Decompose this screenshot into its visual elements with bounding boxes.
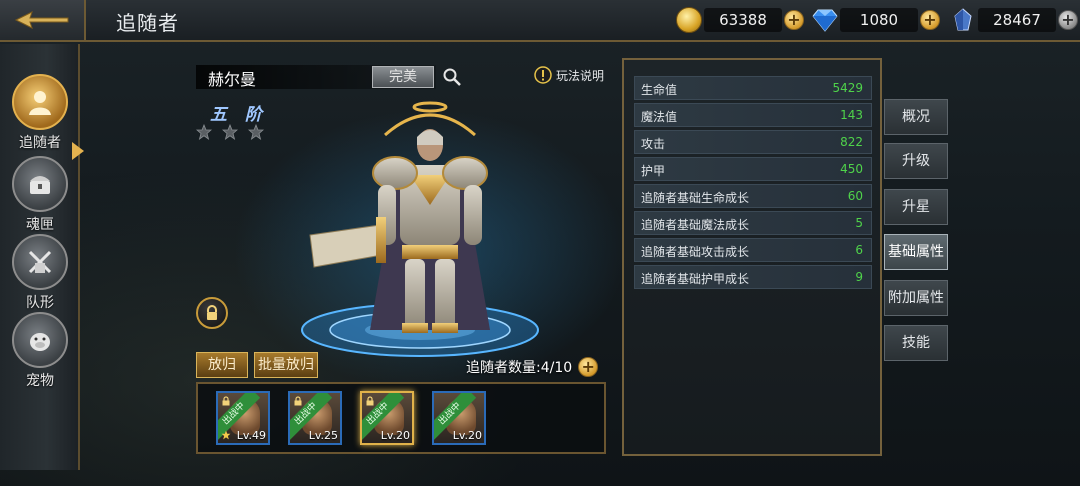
star-rating	[196, 124, 264, 140]
attr-row: 追随者基础生命成长 60	[634, 184, 872, 208]
back-arrow-icon	[14, 11, 69, 29]
attr-value: 5429	[832, 81, 863, 95]
attribute-panel: 生命值 5429 魔法值 143 攻击 822 护甲 450 追随者基础生命成长…	[622, 58, 882, 456]
nav-label-formation: 队形	[26, 295, 54, 311]
follower-slot[interactable]: 出战中 Lv.25	[288, 391, 342, 445]
lock-button[interactable]	[196, 297, 228, 329]
add-follower-slot-button[interactable]: +	[578, 357, 599, 377]
back-button[interactable]	[0, 0, 86, 40]
follower-slot[interactable]: 出战中 Lv.49	[216, 391, 270, 445]
attr-value: 9	[855, 270, 863, 284]
hero-figure	[309, 101, 490, 333]
top-bar: 追随者 63388 + 1080 + 28467 +	[0, 0, 1080, 42]
tab-skills[interactable]: 技能	[884, 325, 948, 361]
attr-label: 生命值	[641, 83, 678, 97]
tab-extra-attributes[interactable]: 附加属性	[884, 280, 948, 316]
soul-box-icon	[30, 176, 50, 194]
attr-row: 护甲 450	[634, 157, 872, 181]
add-diamond-button[interactable]: +	[920, 10, 940, 30]
warning-icon	[534, 66, 552, 84]
padlock-icon	[207, 305, 217, 320]
crystal-icon	[954, 8, 972, 31]
tab-base-attributes[interactable]: 基础属性	[884, 234, 948, 270]
inspect-button[interactable]	[442, 67, 462, 87]
attr-value: 822	[840, 135, 863, 149]
follower-slot[interactable]: 出战中 Lv.20	[432, 391, 486, 445]
follower-level: Lv.25	[308, 429, 338, 442]
attr-row: 追随者基础攻击成长 6	[634, 238, 872, 262]
nav-item-pet[interactable]: 宠物	[8, 312, 72, 390]
star-icon	[196, 124, 212, 140]
attr-row: 魔法值 143	[634, 103, 872, 127]
character-name: 赫尔曼	[208, 70, 257, 89]
diamond-value: 1080	[840, 8, 918, 32]
grade-badge[interactable]: 完美	[372, 66, 434, 88]
nav-label-pet: 宠物	[26, 373, 54, 389]
diamond-icon	[812, 9, 838, 32]
attr-value: 6	[855, 243, 863, 257]
nav-item-follower[interactable]: 追随者	[8, 74, 72, 152]
formation-icon	[28, 250, 52, 274]
nav-item-soul-box[interactable]: 魂匣	[8, 156, 72, 234]
attr-label: 追随者基础生命成长	[641, 191, 750, 205]
batch-release-button[interactable]: 批量放归	[254, 352, 318, 378]
attr-label: 魔法值	[641, 110, 678, 124]
attr-label: 追随者基础护甲成长	[641, 272, 750, 286]
page-title: 追随者	[116, 11, 179, 35]
attr-label: 攻击	[641, 137, 666, 151]
padlock-icon	[222, 396, 230, 406]
attr-row: 追随者基础护甲成长 9	[634, 265, 872, 289]
rules-label: 玩法说明	[556, 68, 605, 83]
attr-label: 追随者基础攻击成长	[641, 245, 750, 259]
follower-slot-selected[interactable]: 出战中 Lv.20	[360, 391, 414, 445]
attr-value: 143	[840, 108, 863, 122]
follower-icon	[29, 91, 51, 115]
star-icon	[248, 124, 264, 140]
tier-label: 五 阶	[210, 105, 268, 125]
nav-soulbox-circle	[12, 156, 68, 212]
attr-label: 护甲	[641, 164, 666, 178]
active-indicator-icon	[72, 142, 84, 160]
gold-value: 63388	[704, 8, 782, 32]
follower-level: Lv.49	[236, 429, 266, 442]
tab-overview[interactable]: 概况	[884, 99, 948, 135]
search-icon	[443, 68, 461, 86]
gold-coin-icon	[676, 7, 702, 33]
star-icon	[221, 430, 231, 440]
attr-row: 追随者基础魔法成长 5	[634, 211, 872, 235]
attr-row: 生命值 5429	[634, 76, 872, 100]
follower-level: Lv.20	[452, 429, 482, 442]
side-nav: 追随者 魂匣 队形 宠物	[0, 44, 84, 470]
attr-row: 攻击 822	[634, 130, 872, 154]
padlock-icon	[294, 396, 302, 406]
pet-icon	[30, 333, 50, 351]
follower-count: 追随者数量:4/10 +	[466, 354, 599, 380]
attr-value: 60	[847, 189, 863, 203]
gold-currency: 63388 +	[676, 6, 804, 34]
attr-value: 5	[855, 216, 863, 230]
attr-label: 追随者基础魔法成长	[641, 218, 750, 232]
nav-follower-circle	[12, 74, 68, 130]
follower-count-label: 追随者数量:4/10	[466, 360, 573, 376]
rules-link[interactable]: 玩法说明	[534, 66, 604, 84]
follower-level: Lv.20	[380, 429, 410, 442]
diamond-currency: 1080 +	[812, 6, 940, 34]
nav-formation-circle	[12, 234, 68, 290]
crystal-currency: 28467 +	[950, 6, 1078, 34]
attr-value: 450	[840, 162, 863, 176]
nav-item-formation[interactable]: 队形	[8, 234, 72, 312]
nav-label-soul-box: 魂匣	[26, 217, 54, 233]
tab-star-up[interactable]: 升星	[884, 189, 948, 225]
padlock-icon	[366, 396, 374, 406]
add-crystal-button[interactable]: +	[1058, 10, 1078, 30]
release-button[interactable]: 放归	[196, 352, 248, 378]
crystal-value: 28467	[978, 8, 1056, 32]
follower-roster: 出战中 Lv.49 出战中 Lv.25 出战中 Lv.20 出战中 Lv.20	[196, 382, 606, 454]
nav-label-follower: 追随者	[19, 135, 61, 151]
tab-level-up[interactable]: 升级	[884, 143, 948, 179]
star-icon	[222, 124, 238, 140]
add-gold-button[interactable]: +	[784, 10, 804, 30]
nav-pet-circle	[12, 312, 68, 368]
